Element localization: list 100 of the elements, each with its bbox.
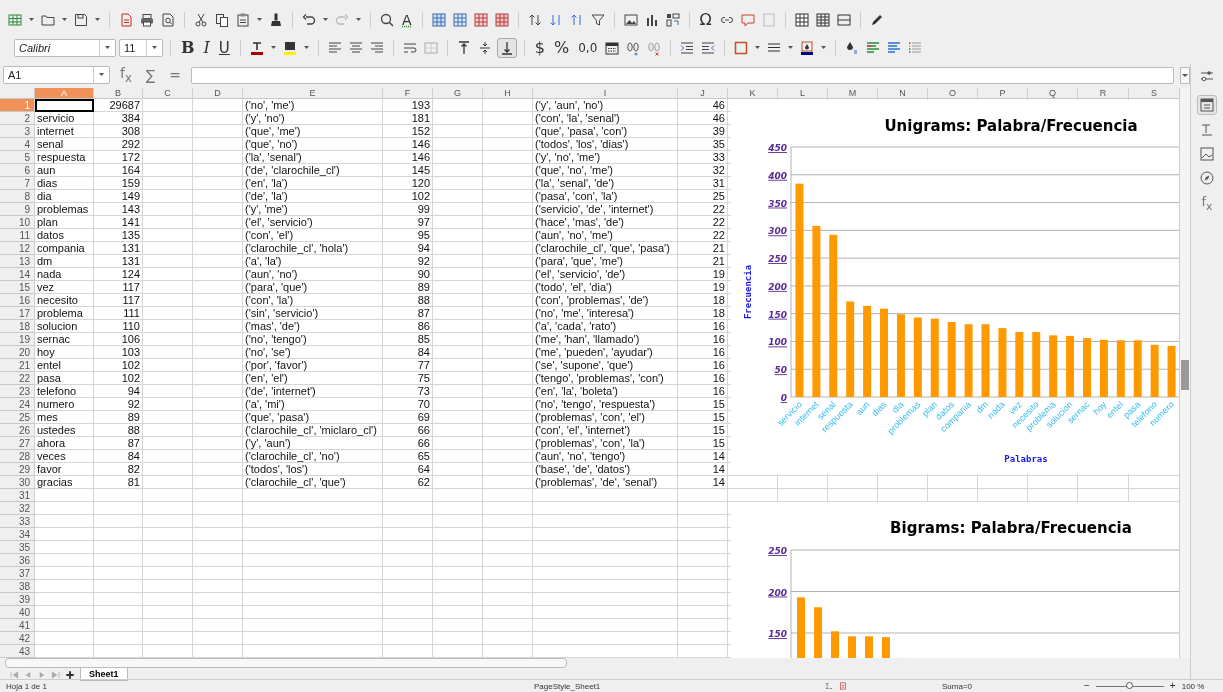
table-icon[interactable] — [814, 12, 831, 28]
column-header[interactable]: S — [1129, 88, 1179, 99]
brush-icon[interactable] — [268, 12, 284, 28]
search-icon[interactable] — [379, 12, 395, 28]
row-header[interactable]: 31 — [0, 489, 35, 502]
cell-cursor[interactable] — [35, 99, 94, 112]
grid-icon[interactable] — [7, 12, 23, 28]
clipboard-icon[interactable] — [235, 12, 251, 28]
font-name-field[interactable]: Calibri — [14, 39, 116, 57]
column-header[interactable]: N — [878, 88, 928, 99]
scissors-icon[interactable] — [193, 12, 209, 28]
zoom-out-button[interactable]: − — [1082, 681, 1092, 691]
formula-input[interactable] — [191, 66, 1174, 84]
table-icon[interactable] — [451, 12, 468, 28]
table-icon[interactable] — [793, 12, 810, 28]
row-header[interactable]: 15 — [0, 281, 35, 294]
merge-cells-icon[interactable] — [422, 40, 439, 56]
row-header[interactable]: 6 — [0, 164, 35, 177]
slider-thumb[interactable] — [1125, 681, 1133, 689]
column-header[interactable]: F — [383, 88, 433, 99]
underline-button[interactable]: U — [215, 39, 233, 57]
row-header[interactable]: 35 — [0, 541, 35, 554]
sliders-icon[interactable] — [1199, 68, 1215, 84]
column-header[interactable]: I — [533, 88, 678, 99]
row-header[interactable]: 34 — [0, 528, 35, 541]
column-header[interactable]: Q — [1028, 88, 1078, 99]
column-header[interactable]: M — [828, 88, 878, 99]
name-box[interactable]: A1 — [3, 66, 110, 84]
table-icon[interactable] — [835, 12, 852, 28]
row-header[interactable]: 29 — [0, 463, 35, 476]
sum-button[interactable]: ∑ — [141, 66, 160, 84]
row-header[interactable]: 12 — [0, 242, 35, 255]
table-icon[interactable] — [430, 12, 447, 28]
row-header[interactable]: 17 — [0, 307, 35, 320]
color-scale-icon[interactable] — [865, 40, 882, 56]
border-color-icon[interactable] — [799, 40, 816, 56]
row-header[interactable]: 40 — [0, 606, 35, 619]
italic-button[interactable]: I — [200, 39, 213, 57]
copy-icon[interactable] — [214, 12, 230, 28]
spelling-button[interactable]: A — [399, 11, 415, 29]
row-header[interactable]: 42 — [0, 632, 35, 645]
column-header[interactable]: C — [143, 88, 193, 99]
function-wizard-button[interactable]: f$_{x}$ — [116, 63, 136, 87]
wrap-text-icon[interactable] — [401, 40, 418, 56]
row-header[interactable]: 26 — [0, 424, 35, 437]
sheet-tab[interactable]: Sheet1 — [80, 668, 128, 681]
table-icon[interactable] — [493, 12, 510, 28]
row-header[interactable]: 18 — [0, 320, 35, 333]
row-header[interactable]: 16 — [0, 294, 35, 307]
row-header[interactable]: 20 — [0, 346, 35, 359]
add-decimal-icon[interactable] — [625, 40, 642, 56]
scrollbar[interactable] — [5, 658, 567, 668]
row-header[interactable]: 25 — [0, 411, 35, 424]
border-icon[interactable] — [733, 40, 750, 56]
add-sheet-icon[interactable] — [64, 668, 76, 681]
print-preview-icon[interactable] — [160, 12, 176, 28]
image-icon[interactable] — [622, 12, 639, 28]
calendar-icon[interactable] — [604, 40, 621, 56]
row-header[interactable]: 9 — [0, 203, 35, 216]
row-header[interactable]: 39 — [0, 593, 35, 606]
bold-button[interactable]: B — [178, 39, 198, 57]
row-header[interactable]: 5 — [0, 151, 35, 164]
row-header[interactable]: 3 — [0, 125, 35, 138]
highlight-icon[interactable] — [281, 40, 298, 56]
row-header[interactable]: 22 — [0, 372, 35, 385]
document-icon[interactable] — [118, 12, 134, 28]
special-character-button[interactable]: Ω — [696, 11, 715, 29]
row-header[interactable]: 37 — [0, 567, 35, 580]
row-header[interactable]: 43 — [0, 645, 35, 658]
column-header[interactable]: D — [193, 88, 243, 99]
column-header[interactable]: J — [678, 88, 728, 99]
column-header[interactable]: G — [433, 88, 483, 99]
row-header[interactable]: 33 — [0, 515, 35, 528]
font-size-field[interactable]: 11 — [119, 39, 163, 57]
row-header[interactable]: 10 — [0, 216, 35, 229]
filter-icon[interactable] — [589, 12, 606, 28]
column-header[interactable]: K — [728, 88, 778, 99]
indent-icon[interactable] — [679, 40, 696, 56]
data-bar-icon[interactable] — [886, 40, 903, 56]
row-header[interactable]: 7 — [0, 177, 35, 190]
row-header[interactable]: 28 — [0, 450, 35, 463]
row-header[interactable]: 11 — [0, 229, 35, 242]
folder-icon[interactable] — [40, 12, 56, 28]
column-header[interactable]: R — [1078, 88, 1129, 99]
row-header[interactable]: 19 — [0, 333, 35, 346]
column-header[interactable]: B — [94, 88, 143, 99]
row-header[interactable]: 41 — [0, 619, 35, 632]
column-header[interactable]: E — [243, 88, 383, 99]
expand-button[interactable] — [1180, 66, 1190, 84]
scrollbar[interactable] — [1179, 88, 1190, 658]
column-header[interactable]: P — [978, 88, 1028, 99]
gallery-icon[interactable] — [1199, 146, 1215, 162]
properties-icon[interactable] — [1199, 97, 1215, 113]
outdent-icon[interactable] — [700, 40, 717, 56]
row-header[interactable]: 32 — [0, 502, 35, 515]
currency-button[interactable]: $ — [531, 39, 549, 57]
row-header[interactable]: 13 — [0, 255, 35, 268]
navigator-icon[interactable] — [1199, 170, 1215, 186]
row-header[interactable]: 14 — [0, 268, 35, 281]
font-color-icon[interactable] — [248, 40, 265, 56]
